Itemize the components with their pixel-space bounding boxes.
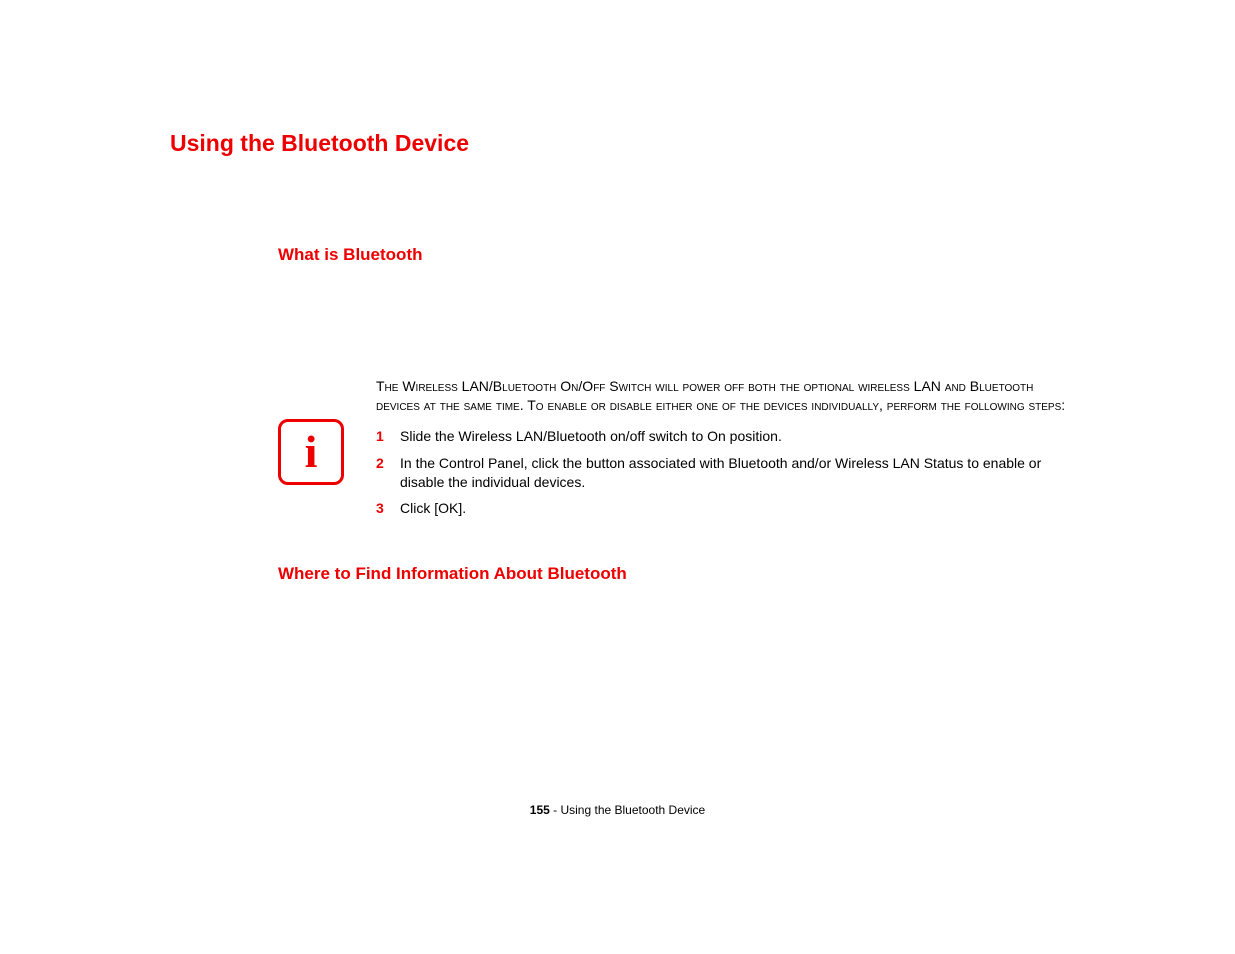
info-content: The Wireless LAN/Bluetooth On/Off Switch…: [376, 377, 1075, 526]
info-intro-text: The Wireless LAN/Bluetooth On/Off Switch…: [376, 377, 1075, 415]
info-note-block: i The Wireless LAN/Bluetooth On/Off Swit…: [278, 377, 1075, 526]
step-text: Slide the Wireless LAN/Bluetooth on/off …: [400, 427, 1075, 446]
step-text: Click [OK].: [400, 499, 1075, 518]
footer-separator: -: [550, 803, 561, 817]
info-icon-container: i: [278, 419, 344, 485]
steps-list: 1 Slide the Wireless LAN/Bluetooth on/of…: [376, 427, 1075, 519]
step-item: 3 Click [OK].: [376, 499, 1075, 518]
step-number: 3: [376, 499, 400, 518]
page-number: 155: [530, 803, 550, 817]
footer-label: Using the Bluetooth Device: [560, 803, 705, 817]
step-number: 1: [376, 427, 400, 446]
section-heading-what-is-bluetooth: What is Bluetooth: [278, 245, 1075, 265]
page-footer: 155 - Using the Bluetooth Device: [0, 803, 1235, 817]
step-item: 2 In the Control Panel, click the button…: [376, 454, 1075, 492]
document-page: Using the Bluetooth Device What is Bluet…: [0, 0, 1235, 584]
step-number: 2: [376, 454, 400, 492]
info-icon: i: [278, 419, 344, 485]
step-item: 1 Slide the Wireless LAN/Bluetooth on/of…: [376, 427, 1075, 446]
page-title: Using the Bluetooth Device: [170, 130, 1075, 157]
section-heading-where-to-find: Where to Find Information About Bluetoot…: [278, 564, 1075, 584]
step-text: In the Control Panel, click the button a…: [400, 454, 1075, 492]
